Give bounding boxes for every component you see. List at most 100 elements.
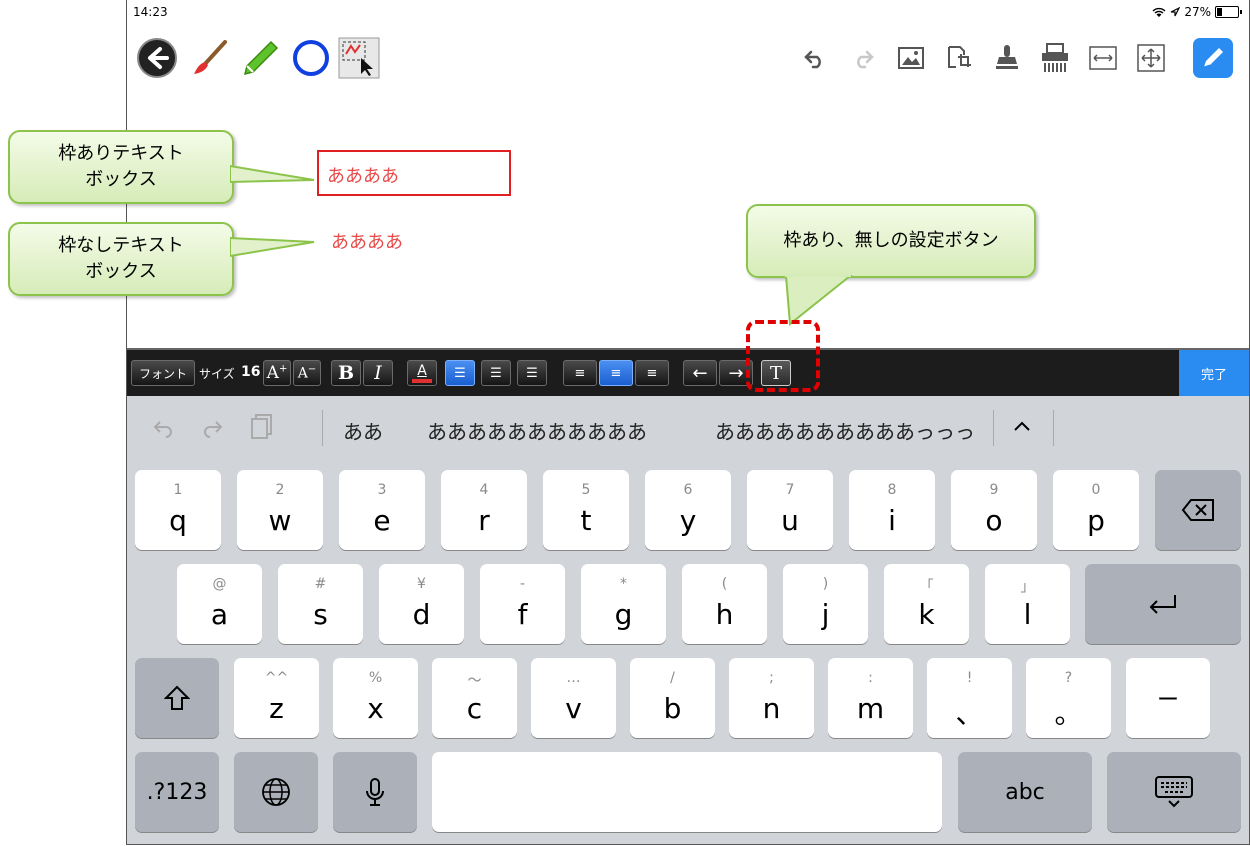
- key-sub-label: #: [314, 576, 327, 592]
- align-left-button[interactable]: ☰: [445, 360, 475, 386]
- key-a[interactable]: @ a: [177, 564, 262, 644]
- key-label: q: [169, 504, 187, 537]
- valign-middle-button[interactable]: ≡: [599, 360, 633, 386]
- key-g[interactable]: * g: [581, 564, 666, 644]
- font-size-decrease-button[interactable]: A−: [293, 360, 321, 386]
- arrow-right-icon: →: [728, 362, 744, 384]
- key-dash[interactable]: ー: [1126, 658, 1210, 738]
- key-u[interactable]: 7u: [747, 470, 833, 550]
- valign-top-button[interactable]: ≡: [563, 360, 597, 386]
- key-t[interactable]: 5t: [543, 470, 629, 550]
- key-、[interactable]: !、: [927, 658, 1012, 738]
- key-label: k: [918, 598, 935, 631]
- valign-bottom-button[interactable]: ≡: [635, 360, 669, 386]
- suggestion-2[interactable]: あああああああああああ: [427, 416, 647, 445]
- space-key[interactable]: [432, 752, 942, 832]
- return-key[interactable]: [1085, 564, 1241, 644]
- key-k[interactable]: 「k: [884, 564, 969, 644]
- key-sub-label: 0: [1091, 482, 1101, 498]
- back-button[interactable]: [135, 36, 179, 80]
- shredder-icon[interactable]: [1037, 40, 1073, 76]
- key-o[interactable]: 9o: [951, 470, 1037, 550]
- align-center-button[interactable]: ☰: [481, 360, 511, 386]
- key-r[interactable]: 4r: [441, 470, 527, 550]
- numbers-key[interactable]: .?123: [135, 752, 219, 832]
- key-f[interactable]: -f: [480, 564, 565, 644]
- key-label: m: [856, 692, 885, 725]
- key-m[interactable]: :m: [828, 658, 913, 738]
- paintbrush-icon: [194, 40, 227, 74]
- undo-icon[interactable]: [153, 418, 175, 438]
- redo-icon[interactable]: [845, 40, 881, 76]
- valign-bottom-icon: ≡: [646, 365, 658, 381]
- note-canvas[interactable]: ああああ ああああ: [127, 86, 1249, 348]
- indent-left-button[interactable]: ←: [683, 360, 717, 386]
- callout-unframed-text: 枠なしテキスト ボックス: [58, 235, 184, 282]
- font-size-increase-button[interactable]: A+: [263, 360, 291, 386]
- unframed-textbox-text[interactable]: ああああ: [331, 228, 403, 254]
- key-p[interactable]: 0p: [1053, 470, 1139, 550]
- key-s[interactable]: # s: [278, 564, 363, 644]
- align-center-icon: ☰: [490, 365, 502, 381]
- undo-icon[interactable]: [797, 40, 833, 76]
- done-button[interactable]: 完了: [1179, 350, 1249, 396]
- key-label: o: [985, 504, 1003, 537]
- shape-tool[interactable]: [289, 36, 333, 80]
- fit-width-icon[interactable]: [1085, 40, 1121, 76]
- hide-keyboard-key[interactable]: [1107, 752, 1241, 832]
- key-z[interactable]: ^^ z: [234, 658, 319, 738]
- abc-key[interactable]: abc: [958, 752, 1092, 832]
- key-sub-label: 9: [989, 482, 999, 498]
- key-h[interactable]: (h: [682, 564, 767, 644]
- shift-key[interactable]: [135, 658, 219, 738]
- key-sub-label: !: [966, 670, 973, 686]
- backspace-key[interactable]: [1155, 470, 1241, 550]
- key-sub-label: ^^: [264, 670, 289, 686]
- align-right-button[interactable]: ☰: [517, 360, 547, 386]
- align-right-icon: ☰: [526, 365, 538, 381]
- suggestion-3[interactable]: ああああああああああっっっ: [715, 416, 989, 445]
- key-l[interactable]: 」 l: [985, 564, 1070, 644]
- key-d[interactable]: ¥ d: [379, 564, 464, 644]
- redo-icon[interactable]: [201, 418, 223, 438]
- return-icon: [1085, 564, 1241, 644]
- key-n[interactable]: ; n: [729, 658, 814, 738]
- key-x[interactable]: % x: [333, 658, 418, 738]
- key-b[interactable]: / b: [630, 658, 715, 738]
- software-keyboard: ああ あああああああああああ ああああああああああっっっ 1q2w3e4r5t6…: [127, 396, 1249, 844]
- globe-key[interactable]: [234, 752, 318, 832]
- chevron-up-icon[interactable]: [1013, 420, 1031, 432]
- bold-button[interactable]: B: [331, 360, 361, 386]
- key-j[interactable]: ) j: [783, 564, 868, 644]
- arrow-left-icon: ←: [692, 362, 708, 384]
- italic-button[interactable]: I: [363, 360, 393, 386]
- key-。[interactable]: ?。: [1026, 658, 1111, 738]
- image-icon[interactable]: [893, 40, 929, 76]
- battery-percent: 27%: [1184, 5, 1211, 19]
- framed-textbox[interactable]: ああああ: [317, 150, 511, 196]
- key-i[interactable]: 8i: [849, 470, 935, 550]
- suggestion-1[interactable]: ああ: [343, 416, 383, 445]
- crop-page-icon[interactable]: [941, 40, 977, 76]
- key-sub-label: :: [868, 670, 873, 686]
- brush-tool[interactable]: [187, 36, 231, 80]
- selection-tool[interactable]: [337, 36, 381, 80]
- key-e[interactable]: 3e: [339, 470, 425, 550]
- highlighter-tool[interactable]: [237, 36, 281, 80]
- paste-icon[interactable]: [251, 414, 273, 440]
- key-w[interactable]: 2w: [237, 470, 323, 550]
- dictation-key[interactable]: [333, 752, 417, 832]
- highlighter-icon: [243, 40, 279, 76]
- stamp-icon[interactable]: [989, 40, 1025, 76]
- fit-page-icon[interactable]: [1133, 40, 1169, 76]
- key-c[interactable]: 〜 c: [432, 658, 517, 738]
- edit-mode-button[interactable]: [1191, 36, 1235, 80]
- key-y[interactable]: 6y: [645, 470, 731, 550]
- key-v[interactable]: … v: [531, 658, 616, 738]
- text-color-button[interactable]: A: [407, 360, 437, 386]
- key-label: d: [412, 598, 431, 631]
- font-button[interactable]: フォント: [131, 360, 195, 386]
- key-q[interactable]: 1q: [135, 470, 221, 550]
- key-label: abc: [1005, 779, 1045, 805]
- key-label: c: [466, 692, 483, 725]
